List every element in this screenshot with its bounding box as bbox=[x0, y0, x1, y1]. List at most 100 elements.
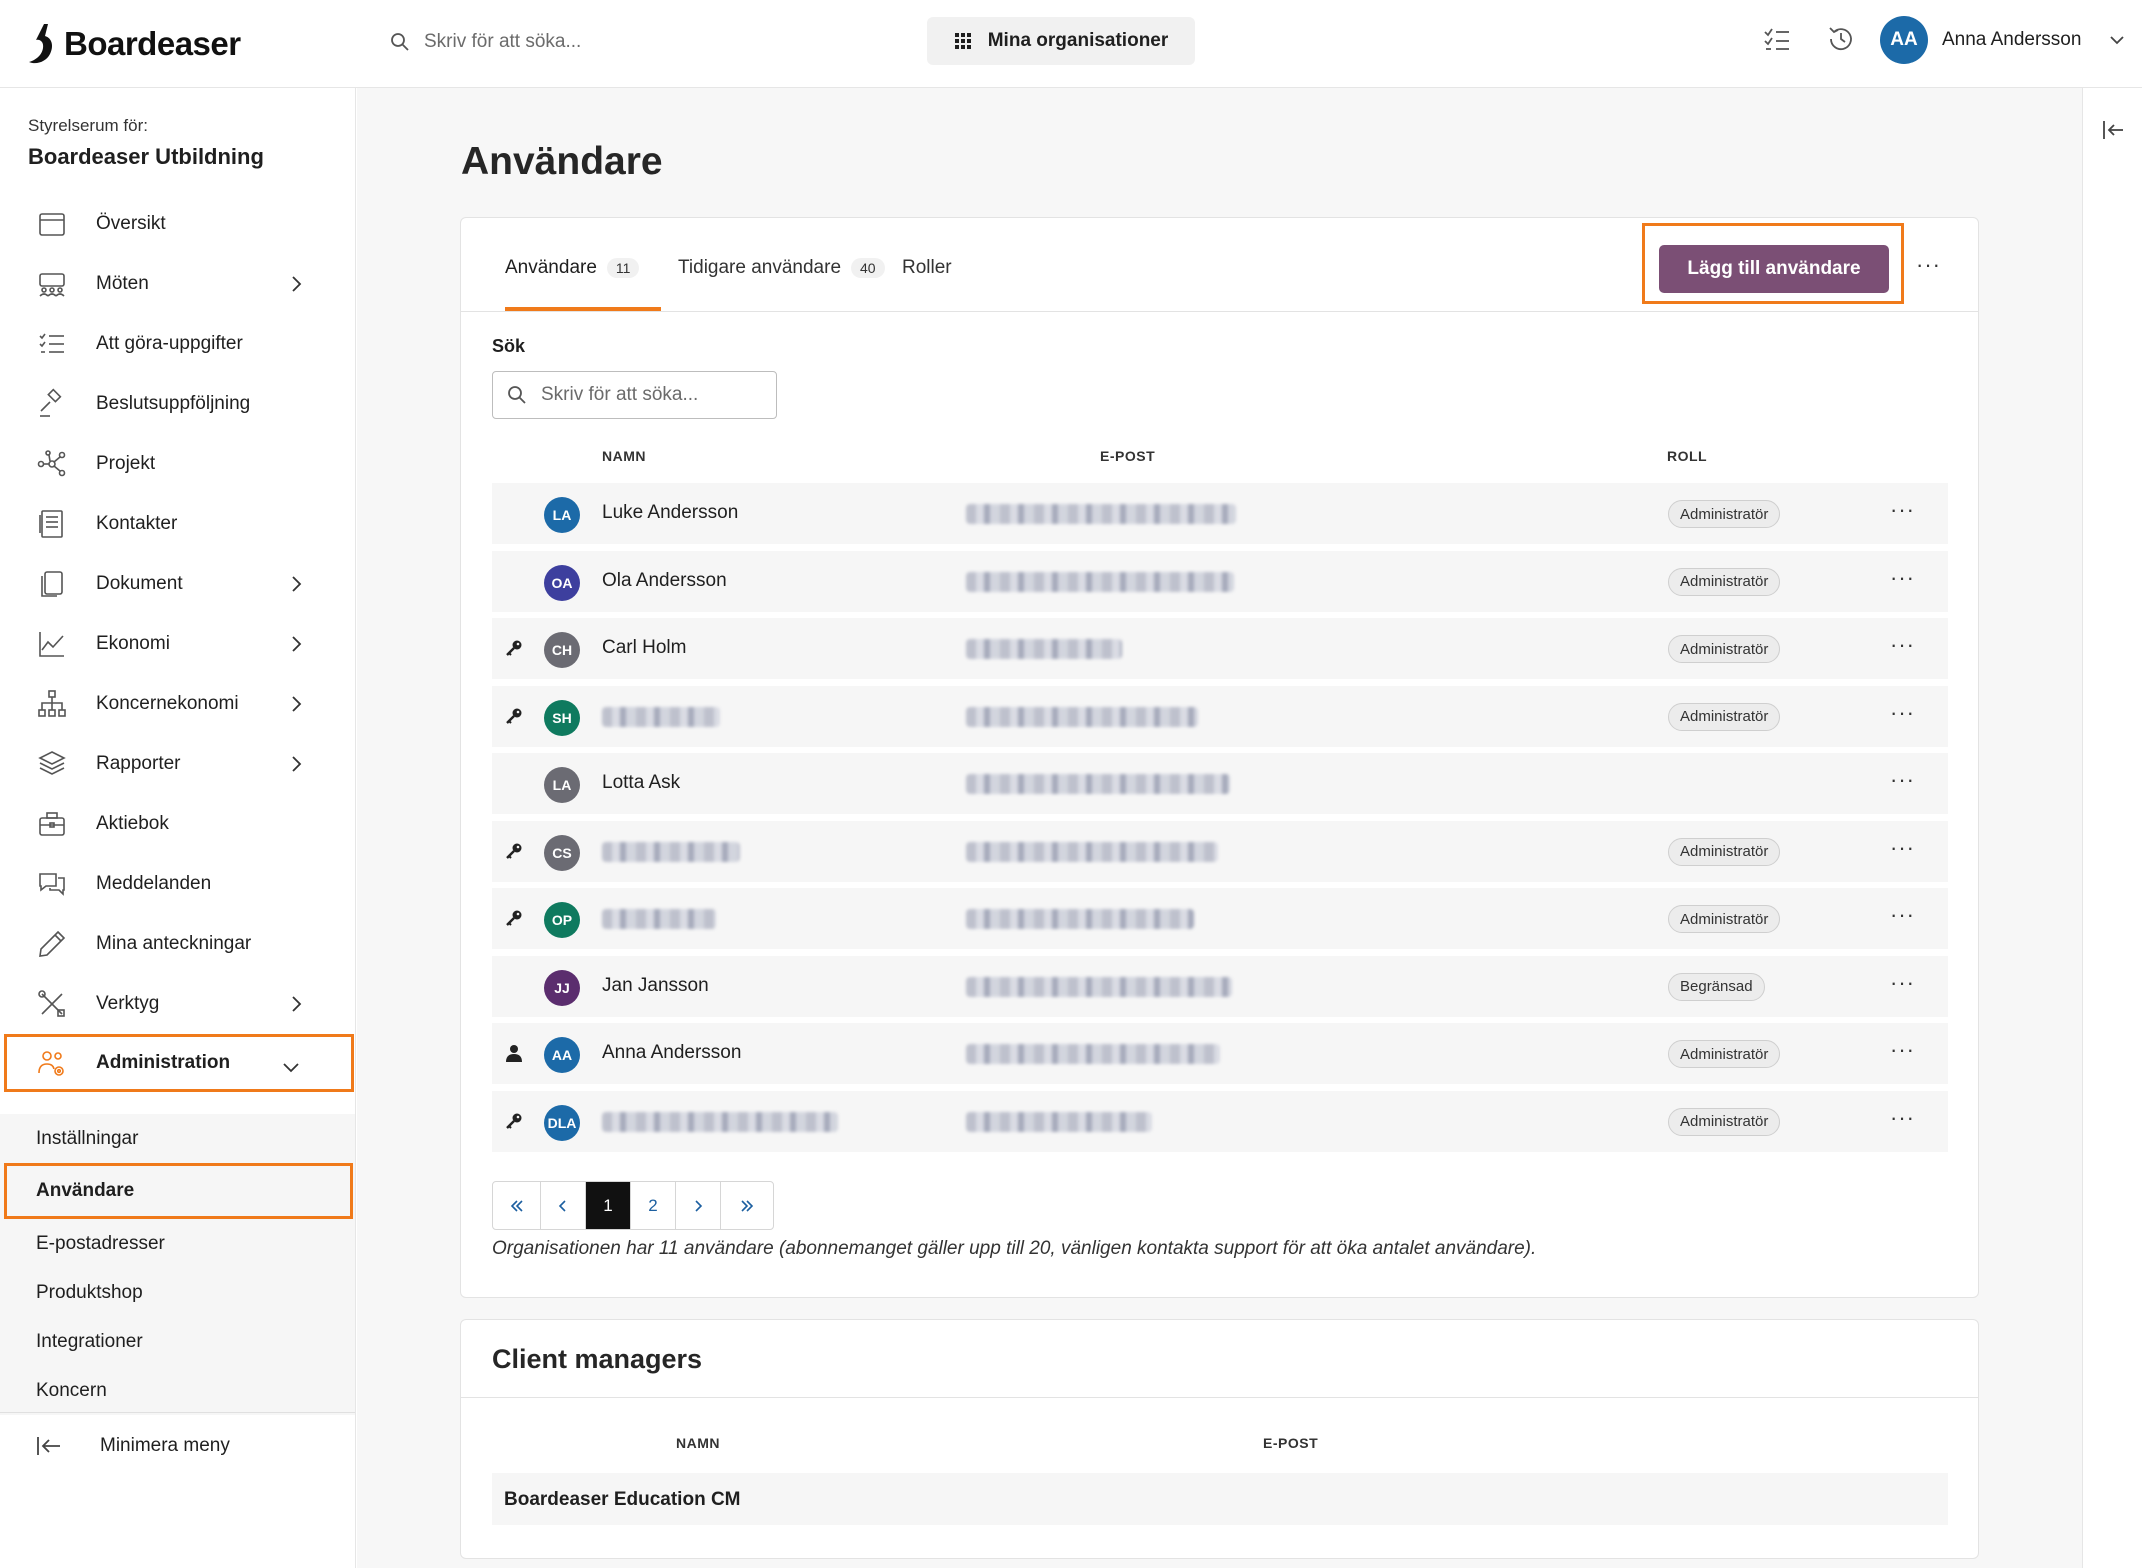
table-row[interactable]: SH Administratör ··· bbox=[492, 685, 1948, 747]
row-more-icon[interactable]: ··· bbox=[1890, 700, 1915, 726]
person-icon bbox=[506, 1045, 522, 1062]
sidebar-item-oversikt[interactable]: Översikt bbox=[0, 194, 356, 254]
tab-former-users[interactable]: Tidigare användare 40 bbox=[678, 252, 885, 284]
user-name: Anna Andersson bbox=[602, 1042, 742, 1063]
sidebar-item-mina-anteckningar[interactable]: Mina anteckningar bbox=[0, 914, 356, 974]
row-more-icon[interactable]: ··· bbox=[1890, 1037, 1915, 1063]
table-row[interactable]: Boardeaser Education CM bbox=[492, 1473, 1948, 1525]
role-badge: Administratör bbox=[1668, 905, 1781, 933]
user-name: Luke Andersson bbox=[602, 502, 739, 523]
row-more-icon[interactable]: ··· bbox=[1890, 632, 1915, 658]
more-options-icon[interactable]: ··· bbox=[1916, 252, 1941, 278]
users-card: Användare 11 Tidigare användare 40 Rolle… bbox=[460, 217, 1979, 1298]
add-user-highlight: Lägg till användare bbox=[1642, 223, 1904, 304]
sidebar-item-administration[interactable]: Administration bbox=[4, 1034, 354, 1092]
sidebar-item-ekonomi[interactable]: Ekonomi bbox=[0, 614, 356, 674]
redacted-email bbox=[966, 706, 1198, 727]
client-managers-card: Client managers NAMN E-POST Boardeaser E… bbox=[460, 1319, 1979, 1559]
tab-roles[interactable]: Roller bbox=[902, 252, 952, 284]
history-icon[interactable] bbox=[1826, 24, 1856, 54]
previous-page-button[interactable] bbox=[541, 1182, 586, 1229]
submenu-item-koncern[interactable]: Koncern bbox=[0, 1366, 355, 1415]
column-header-role[interactable]: ROLL bbox=[1667, 448, 1707, 464]
sidebar-item-rapporter[interactable]: Rapporter bbox=[0, 734, 356, 794]
cm-column-header-email[interactable]: E-POST bbox=[1263, 1435, 1318, 1451]
next-page-button[interactable] bbox=[676, 1182, 721, 1229]
row-more-icon[interactable]: ··· bbox=[1890, 902, 1915, 928]
logo-icon bbox=[29, 24, 53, 64]
redacted-email bbox=[966, 504, 1236, 524]
row-more-icon[interactable]: ··· bbox=[1890, 767, 1915, 793]
sidebar-item-kontakter[interactable]: Kontakter bbox=[0, 494, 356, 554]
sidebar-item-label: Ekonomi bbox=[96, 633, 170, 654]
user-menu[interactable]: AA Anna Andersson bbox=[1880, 16, 2127, 64]
table-row[interactable]: LA Lotta Ask ··· bbox=[492, 753, 1948, 814]
pagination: 12 bbox=[492, 1181, 774, 1230]
row-more-icon[interactable]: ··· bbox=[1890, 970, 1915, 996]
redacted-email bbox=[966, 571, 1234, 592]
user-search-placeholder: Skriv för att söka... bbox=[541, 384, 699, 405]
add-user-button[interactable]: Lägg till användare bbox=[1659, 245, 1889, 293]
first-page-button[interactable] bbox=[493, 1182, 541, 1229]
table-row[interactable]: OA Ola Andersson Administratör ··· bbox=[492, 550, 1948, 612]
sidebar-item-dokument[interactable]: Dokument bbox=[0, 554, 356, 614]
collapse-panel-icon[interactable] bbox=[2101, 118, 2125, 142]
app-logo[interactable]: Boardeaser bbox=[26, 14, 241, 74]
table-row[interactable]: CS Administratör ··· bbox=[492, 820, 1948, 882]
my-organisations-button[interactable]: Mina organisationer bbox=[927, 17, 1195, 65]
row-more-icon[interactable]: ··· bbox=[1890, 1105, 1915, 1131]
chevron-right-icon bbox=[292, 696, 302, 712]
table-row[interactable]: CH Carl Holm Administratör ··· bbox=[492, 618, 1948, 679]
tab-roles-label: Roller bbox=[902, 257, 952, 278]
row-more-icon[interactable]: ··· bbox=[1890, 497, 1915, 523]
submenu-item-anvandare[interactable]: Användare bbox=[4, 1163, 353, 1219]
column-header-name[interactable]: NAMN bbox=[602, 448, 646, 464]
sidebar-item-koncernekonomi[interactable]: Koncernekonomi bbox=[0, 674, 356, 734]
user-avatar: DLA bbox=[544, 1104, 580, 1141]
user-name: Anna Andersson bbox=[1942, 29, 2082, 50]
contacts-icon bbox=[39, 510, 63, 538]
cm-column-header-name[interactable]: NAMN bbox=[676, 1435, 720, 1451]
page-button[interactable]: 1 bbox=[586, 1182, 631, 1229]
sidebar-item-meddelanden[interactable]: Meddelanden bbox=[0, 854, 356, 914]
table-row[interactable]: JJ Jan Jansson Begränsad ··· bbox=[492, 955, 1948, 1017]
grid-icon bbox=[954, 33, 971, 49]
right-rail bbox=[2082, 88, 2142, 1568]
user-avatar: JJ bbox=[544, 969, 580, 1006]
sidebar-item-label: Administration bbox=[96, 1052, 231, 1073]
sidebar-item-verktyg[interactable]: Verktyg bbox=[0, 974, 356, 1034]
column-header-email[interactable]: E-POST bbox=[1100, 448, 1155, 464]
row-more-icon[interactable]: ··· bbox=[1890, 565, 1915, 591]
table-row[interactable]: AA Anna Andersson Administratör ··· bbox=[492, 1023, 1948, 1084]
global-search[interactable]: Skriv för att söka... bbox=[390, 22, 810, 62]
tab-users[interactable]: Användare 11 bbox=[505, 252, 640, 284]
chevron-right-icon bbox=[292, 756, 302, 772]
user-search-input[interactable]: Skriv för att söka... bbox=[492, 371, 777, 419]
user-avatar: SH bbox=[544, 699, 580, 736]
briefcase-icon bbox=[39, 812, 65, 836]
sidebar-item-aktiebok[interactable]: Aktiebok bbox=[0, 794, 356, 854]
table-row[interactable]: LA Luke Andersson Administratör ··· bbox=[492, 483, 1948, 544]
table-row[interactable]: DLA Administratör ··· bbox=[492, 1090, 1948, 1152]
sidebar-item-projekt[interactable]: Projekt bbox=[0, 434, 356, 494]
sidebar-item-label: Mina anteckningar bbox=[96, 933, 252, 954]
table-row[interactable]: OP Administratör ··· bbox=[492, 888, 1948, 949]
sidebar-item-moten[interactable]: Möten bbox=[0, 254, 356, 314]
sidebar-item-beslutsuppfoljning[interactable]: Beslutsuppföljning bbox=[0, 374, 356, 434]
submenu-item-produktshop[interactable]: Produktshop bbox=[0, 1268, 355, 1317]
role-badge: Administratör bbox=[1668, 635, 1781, 663]
submenu-item-installningar[interactable]: Inställningar bbox=[0, 1114, 355, 1163]
submenu-item-integrationer[interactable]: Integrationer bbox=[0, 1317, 355, 1366]
tasks-icon[interactable] bbox=[1762, 24, 1792, 54]
redacted-email bbox=[966, 774, 1230, 794]
last-page-button[interactable] bbox=[721, 1182, 773, 1229]
key-icon bbox=[506, 1113, 522, 1129]
layers-icon bbox=[38, 751, 66, 775]
minimize-menu-button[interactable]: Minimera meny bbox=[0, 1412, 355, 1478]
sidebar-item-att-gora-uppgifter[interactable]: Att göra-uppgifter bbox=[0, 314, 356, 374]
row-more-icon[interactable]: ··· bbox=[1890, 835, 1915, 861]
page-button[interactable]: 2 bbox=[631, 1182, 676, 1229]
redacted-name bbox=[602, 1111, 838, 1132]
main-content: Användare Användare 11 Tidigare användar… bbox=[357, 88, 2082, 1568]
submenu-item-e-postadresser[interactable]: E-postadresser bbox=[0, 1219, 355, 1268]
